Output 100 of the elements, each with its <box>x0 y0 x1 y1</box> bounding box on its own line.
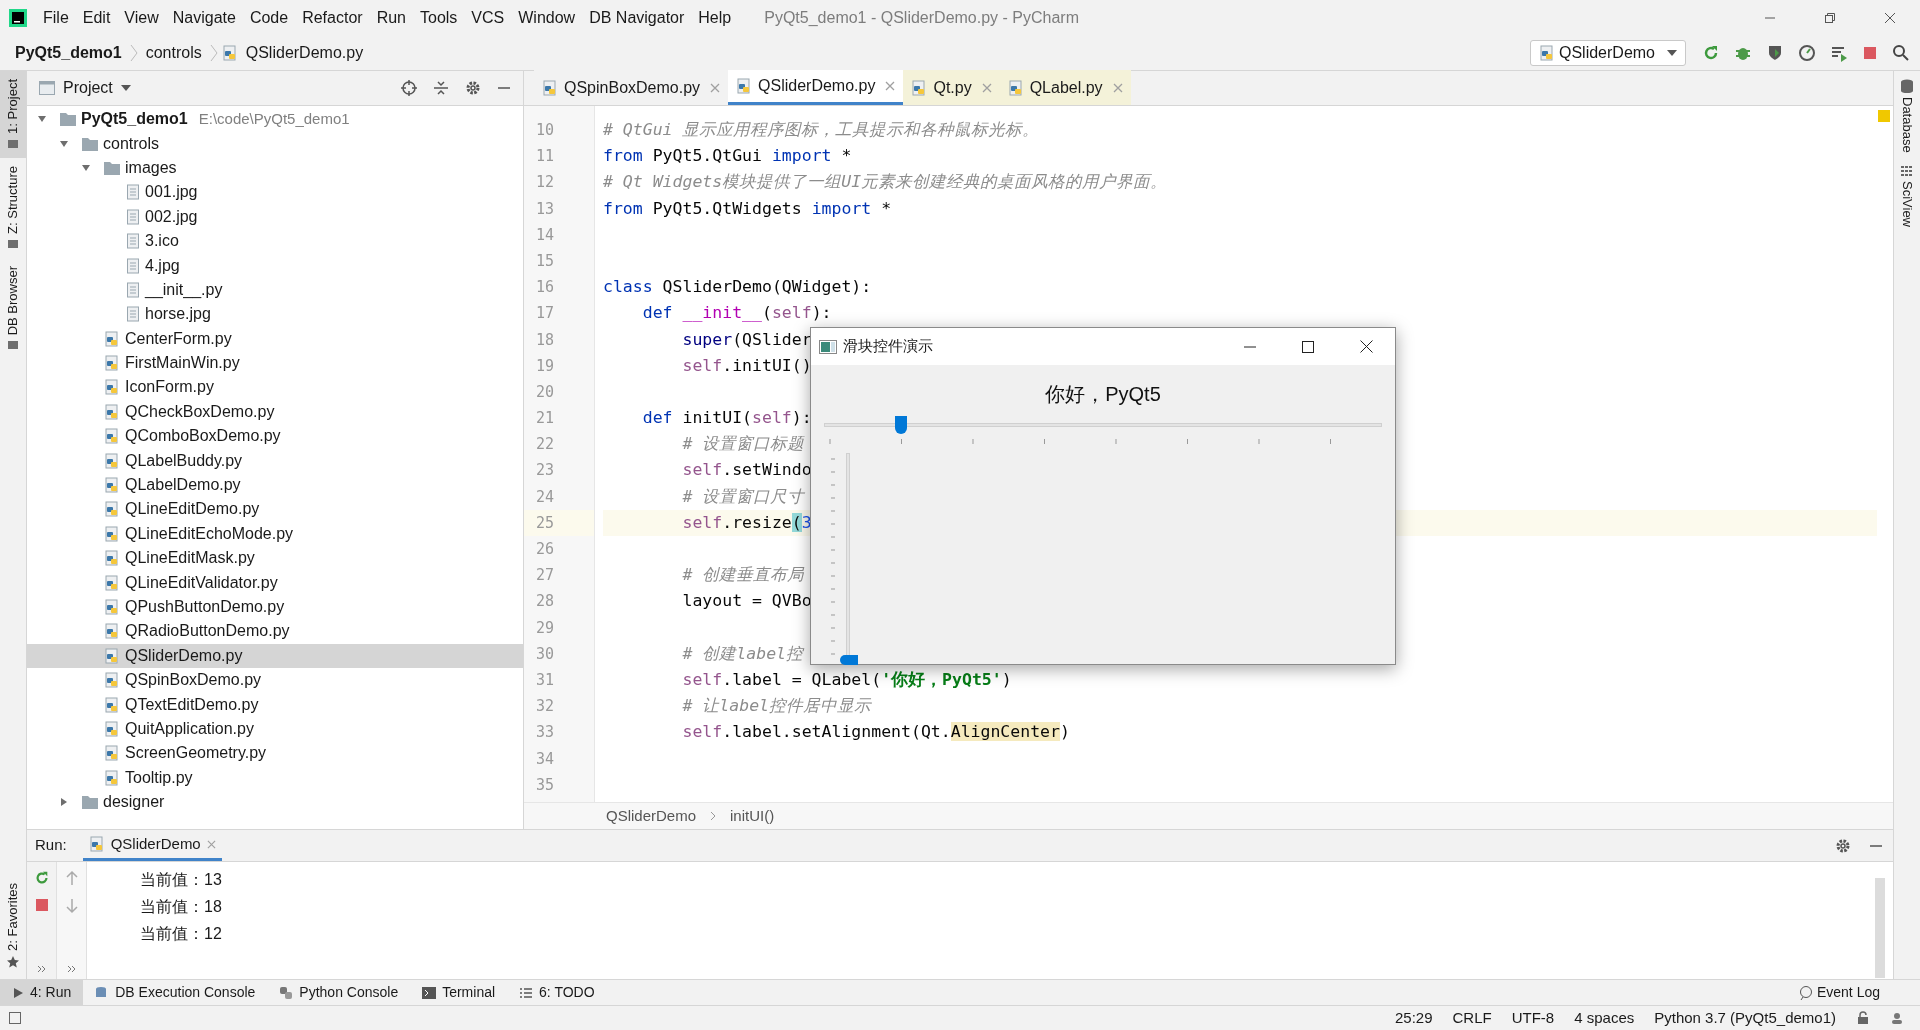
menu-item[interactable]: Help <box>691 3 739 32</box>
search-icon[interactable] <box>1892 43 1910 62</box>
tool-window-tab[interactable]: Z: Structure <box>0 157 26 258</box>
tree-item[interactable]: designer <box>27 789 523 815</box>
up-arrow-icon[interactable] <box>64 870 79 886</box>
tree-item[interactable]: QSpinBoxDemo.py <box>27 668 523 693</box>
panel-title-dropdown[interactable]: Project <box>63 76 131 100</box>
menu-item[interactable]: Window <box>511 3 583 32</box>
tree-item[interactable]: QCheckBoxDemo.py <box>27 399 523 425</box>
more-icon[interactable] <box>66 965 77 973</box>
breadcrumb[interactable]: PyQt5_demo1 <box>0 40 126 65</box>
tree-item[interactable]: __init__.py <box>27 277 523 303</box>
slider-thumb[interactable] <box>840 655 858 665</box>
editor-tab[interactable]: Qt.py <box>903 70 1000 105</box>
tree-item[interactable]: QComboBoxDemo.py <box>27 424 523 449</box>
tree-item[interactable]: QLineEditValidator.py <box>27 570 523 595</box>
tree-item[interactable]: QLineEditEchoMode.py <box>27 521 523 547</box>
gauge-icon[interactable] <box>1798 43 1816 62</box>
tree-item[interactable]: QSliderDemo.py <box>27 643 523 668</box>
tree-item[interactable]: QTextEditDemo.py <box>27 692 523 717</box>
tree-item[interactable]: PyQt5_demo1 E:\code\PyQt5_demo1 <box>27 107 523 132</box>
menu-item[interactable]: VCS <box>464 3 512 32</box>
tree-item[interactable]: QLineEditMask.py <box>27 546 523 571</box>
settings-icon[interactable] <box>1835 837 1851 854</box>
tool-window-tab[interactable]: Python Console <box>267 980 411 1005</box>
close-icon[interactable] <box>206 839 216 849</box>
tree-item[interactable]: QLabelBuddy.py <box>27 448 523 473</box>
menu-item[interactable]: Edit <box>75 3 118 32</box>
breadcrumb[interactable]: QSliderDemo.py <box>241 40 368 65</box>
event-log-button[interactable]: Event Log <box>1798 982 1880 1003</box>
tool-window-tab[interactable]: 6: TODO <box>507 980 607 1005</box>
collapse-icon[interactable] <box>433 80 449 96</box>
breadcrumb[interactable]: QSliderDemo <box>606 804 697 828</box>
menu-item[interactable]: View <box>117 3 166 32</box>
tree-item[interactable]: Tooltip.py <box>27 765 523 790</box>
tool-window-tab[interactable]: Terminal <box>410 980 508 1005</box>
expanded-arrow-icon[interactable] <box>59 138 69 149</box>
menu-item[interactable]: Refactor <box>295 3 370 32</box>
settings-icon[interactable] <box>465 80 481 96</box>
collapsed-arrow-icon[interactable] <box>59 797 69 808</box>
tree-item[interactable]: ScreenGeometry.py <box>27 741 523 766</box>
tree-item[interactable]: QPushButtonDemo.py <box>27 594 523 620</box>
status-item[interactable]: 25:29 <box>1394 1006 1433 1030</box>
stop-icon[interactable] <box>34 898 49 912</box>
python-file-icon <box>104 574 120 591</box>
breadcrumb[interactable]: controls <box>141 40 206 65</box>
tree-item[interactable]: horse.jpg <box>27 302 523 327</box>
tree-item[interactable]: CenterForm.py <box>27 326 523 351</box>
tree-item[interactable]: images <box>27 155 523 181</box>
tool-window-tab[interactable]: 4: Run <box>0 980 84 1005</box>
vertical-slider[interactable] <box>840 453 858 665</box>
expanded-arrow-icon[interactable] <box>81 162 91 173</box>
slider-thumb[interactable] <box>894 416 907 434</box>
tree-item[interactable]: FirstMainWin.py <box>27 350 523 376</box>
tree-item[interactable]: 4.jpg <box>27 253 523 278</box>
tree-item[interactable]: 001.jpg <box>27 180 523 205</box>
status-item[interactable]: 4 spaces <box>1574 1006 1635 1030</box>
tree-item[interactable]: 3.ico <box>27 228 523 254</box>
editor-tab[interactable]: QSliderDemo.py <box>728 70 904 105</box>
person-icon[interactable] <box>1890 1011 1904 1025</box>
menu-item[interactable]: Navigate <box>165 3 243 32</box>
menu-item[interactable]: Tools <box>413 3 465 32</box>
down-arrow-icon[interactable] <box>64 898 79 914</box>
vertical-scrollbar[interactable] <box>1875 878 1885 978</box>
tree-item[interactable]: QLineEditDemo.py <box>27 497 523 522</box>
close-icon[interactable] <box>1112 82 1123 93</box>
status-item[interactable]: UTF-8 <box>1511 1006 1555 1030</box>
tool-window-tab[interactable]: 1: Project <box>0 71 26 158</box>
rerun-icon[interactable] <box>1702 43 1720 62</box>
menu-item[interactable]: DB Navigator <box>582 3 692 32</box>
layout-icon[interactable] <box>8 1011 22 1025</box>
tree-item[interactable]: 002.jpg <box>27 204 523 229</box>
breadcrumb[interactable]: initUI() <box>730 804 775 828</box>
tool-window-tab[interactable]: 2: Favorites <box>0 875 26 977</box>
tree-item[interactable]: IconForm.py <box>27 375 523 400</box>
close-icon[interactable] <box>981 82 992 93</box>
status-item[interactable]: Python 3.7 (PyQt5_demo1) <box>1654 1006 1836 1030</box>
horizontal-slider[interactable] <box>824 415 1382 435</box>
run-tab[interactable]: QSliderDemo <box>82 830 222 861</box>
menu-item[interactable]: File <box>36 3 76 32</box>
close-icon[interactable] <box>885 81 896 91</box>
tree-item[interactable]: QRadioButtonDemo.py <box>27 619 523 644</box>
status-item[interactable]: CRLF <box>1452 1006 1492 1030</box>
menu-item[interactable]: Run <box>369 3 413 32</box>
stop-icon[interactable] <box>1862 44 1878 61</box>
shield-icon[interactable] <box>1766 43 1784 62</box>
close-icon[interactable] <box>710 82 721 93</box>
tool-window-tab[interactable]: Database <box>1897 79 1917 153</box>
tool-window-tab[interactable]: SciView <box>1897 164 1917 227</box>
menu-item[interactable]: Code <box>242 3 296 32</box>
lock-icon[interactable] <box>1856 1011 1870 1025</box>
run-configuration-dropdown[interactable]: QSliderDemo <box>1529 39 1686 66</box>
tool-window-tab[interactable]: DB Execution Console <box>83 980 268 1005</box>
editor-tab[interactable]: QLabel.py <box>999 70 1131 105</box>
more-icon[interactable] <box>36 965 47 973</box>
tree-item[interactable]: controls <box>27 131 523 156</box>
target-icon[interactable] <box>401 80 417 96</box>
tool-window-tab[interactable]: DB Browser <box>0 257 26 360</box>
tree-item[interactable]: QuitApplication.py <box>27 716 523 742</box>
tree-item[interactable]: QLabelDemo.py <box>27 472 523 498</box>
